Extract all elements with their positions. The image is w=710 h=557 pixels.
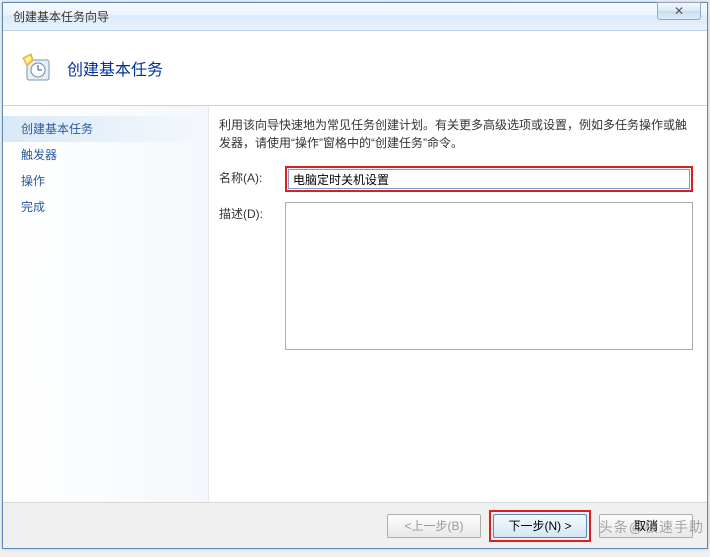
titlebar: 创建基本任务向导 ✕ bbox=[3, 3, 707, 31]
name-label: 名称(A): bbox=[219, 166, 285, 192]
description-textarea[interactable] bbox=[285, 202, 693, 350]
sidebar-item-action[interactable]: 操作 bbox=[3, 168, 208, 194]
close-button[interactable]: ✕ bbox=[657, 2, 701, 20]
close-icon: ✕ bbox=[674, 4, 684, 18]
wizard-footer: <上一步(B) 下一步(N) > 取消 bbox=[3, 502, 707, 548]
wizard-window: 创建基本任务向导 ✕ 创建基本任务 创建基本任务 触发器 操作 完成 利用该向导… bbox=[2, 2, 708, 549]
wizard-sidebar: 创建基本任务 触发器 操作 完成 bbox=[3, 106, 209, 502]
sidebar-item-finish[interactable]: 完成 bbox=[3, 194, 208, 220]
task-scheduler-icon bbox=[21, 52, 53, 84]
back-button[interactable]: <上一步(B) bbox=[387, 514, 481, 538]
wizard-body: 创建基本任务 触发器 操作 完成 利用该向导快速地为常见任务创建计划。有关更多高… bbox=[3, 106, 707, 502]
wizard-header: 创建基本任务 bbox=[3, 31, 707, 106]
page-title: 创建基本任务 bbox=[67, 56, 163, 80]
cancel-button[interactable]: 取消 bbox=[599, 514, 693, 538]
description-row: 描述(D): bbox=[219, 202, 693, 350]
description-label: 描述(D): bbox=[219, 202, 285, 350]
sidebar-item-trigger[interactable]: 触发器 bbox=[3, 142, 208, 168]
name-input-highlight bbox=[285, 166, 693, 192]
sidebar-item-create-task[interactable]: 创建基本任务 bbox=[3, 116, 208, 142]
wizard-content: 利用该向导快速地为常见任务创建计划。有关更多高级选项或设置，例如多任务操作或触发… bbox=[209, 106, 707, 502]
next-button[interactable]: 下一步(N) > bbox=[493, 514, 587, 538]
instruction-text: 利用该向导快速地为常见任务创建计划。有关更多高级选项或设置，例如多任务操作或触发… bbox=[219, 116, 693, 152]
window-title: 创建基本任务向导 bbox=[13, 8, 701, 25]
next-button-highlight: 下一步(N) > bbox=[489, 510, 591, 542]
name-row: 名称(A): bbox=[219, 166, 693, 192]
name-input[interactable] bbox=[288, 169, 690, 189]
